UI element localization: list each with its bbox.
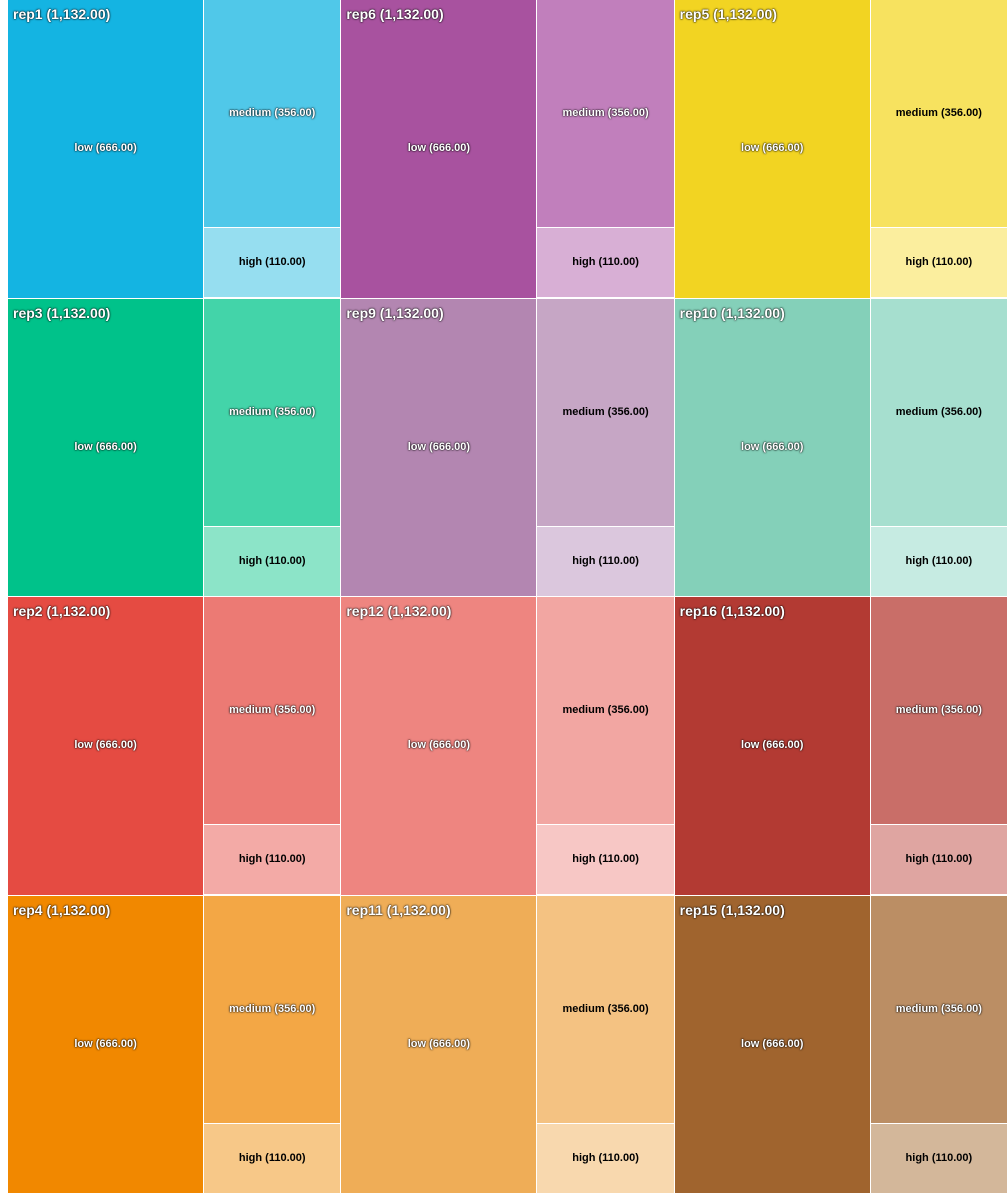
treemap-cell-rep16-high[interactable]: high (110.00): [870, 825, 1008, 896]
treemap-cell-rep15-medium[interactable]: medium (356.00): [870, 895, 1008, 1124]
treemap-cell-rep12-low[interactable]: low (666.00): [341, 597, 538, 896]
treemap-cell-rep16-medium[interactable]: medium (356.00): [870, 597, 1008, 826]
cell-label: high (110.00): [238, 554, 306, 567]
cell-label: low (666.00): [74, 739, 137, 752]
group-title: rep15 (1,132.00): [679, 901, 785, 918]
treemap-cell-rep1-high[interactable]: high (110.00): [204, 228, 342, 299]
treemap-cell-rep12-high[interactable]: high (110.00): [537, 825, 675, 896]
treemap-cell-rep9-low[interactable]: low (666.00): [341, 298, 538, 597]
cell-label: high (110.00): [572, 256, 639, 269]
cell-label: low (666.00): [741, 440, 804, 453]
cell-label: low (666.00): [407, 440, 471, 453]
cell-label: low (666.00): [741, 739, 804, 752]
cell-label: medium (356.00): [562, 1002, 649, 1015]
cell-label: medium (356.00): [895, 107, 982, 120]
treemap-cell-rep5-low[interactable]: low (666.00): [674, 0, 871, 299]
treemap-cell-rep2-high[interactable]: high (110.00): [204, 825, 342, 896]
group-title: rep10 (1,132.00): [679, 304, 785, 321]
group-title: rep11 (1,132.00): [346, 901, 451, 918]
group-title: rep3 (1,132.00): [13, 304, 111, 321]
cell-label: high (110.00): [905, 554, 973, 567]
cell-label: medium (356.00): [895, 704, 982, 717]
cell-label: medium (356.00): [562, 107, 649, 120]
treemap-cell-rep1-low[interactable]: low (666.00): [8, 0, 205, 299]
treemap-group-rep15[interactable]: low (666.00) medium (356.00) high (110.00)…: [674, 895, 1008, 1194]
cell-label: medium (356.00): [229, 405, 316, 418]
treemap-cell-rep4-medium[interactable]: medium (356.00): [204, 895, 342, 1124]
treemap-group-rep4[interactable]: low (666.00) medium (356.00) high (110.00)…: [8, 895, 342, 1194]
treemap-cell-rep11-high[interactable]: high (110.00): [537, 1123, 675, 1194]
cell-label: high (110.00): [572, 554, 639, 567]
treemap-group-rep1[interactable]: low (666.00) medium (356.00) high (110.00)…: [8, 0, 342, 299]
treemap-group-rep10[interactable]: low (666.00) medium (356.00) high (110.00)…: [674, 298, 1008, 597]
treemap-cell-rep1-medium[interactable]: medium (356.00): [204, 0, 342, 229]
cell-label: low (666.00): [407, 1037, 471, 1050]
cell-label: high (110.00): [572, 853, 639, 866]
treemap-cell-rep2-medium[interactable]: medium (356.00): [204, 597, 342, 826]
cell-label: medium (356.00): [895, 405, 982, 418]
treemap-cell-rep12-medium[interactable]: medium (356.00): [537, 597, 675, 826]
cell-label: low (666.00): [74, 440, 137, 453]
cell-label: high (110.00): [905, 1151, 973, 1164]
group-title: rep16 (1,132.00): [679, 603, 785, 619]
treemap-cell-rep5-high[interactable]: high (110.00): [870, 228, 1008, 299]
cell-label: medium (356.00): [895, 1002, 982, 1015]
group-title: rep4 (1,132.00): [13, 901, 111, 918]
treemap-group-rep6[interactable]: low (666.00) medium (356.00) high (110.00)…: [341, 0, 675, 299]
cell-label: high (110.00): [238, 1151, 306, 1164]
treemap-cell-rep10-low[interactable]: low (666.00): [674, 298, 871, 597]
group-title: rep6 (1,132.00): [346, 6, 444, 22]
cell-label: low (666.00): [407, 142, 471, 155]
cell-label: medium (356.00): [562, 405, 649, 418]
cell-label: high (110.00): [905, 256, 973, 269]
group-title: rep5 (1,132.00): [679, 6, 777, 22]
treemap-group-rep11[interactable]: low (666.00) medium (356.00) high (110.00)…: [341, 895, 675, 1194]
cell-label: low (666.00): [741, 1037, 804, 1050]
treemap-cell-rep9-high[interactable]: high (110.00): [537, 526, 675, 597]
treemap-cell-rep10-high[interactable]: high (110.00): [870, 526, 1008, 597]
group-title: rep12 (1,132.00): [346, 603, 452, 619]
cell-label: low (666.00): [407, 739, 471, 752]
treemap-cell-rep5-medium[interactable]: medium (356.00): [870, 0, 1008, 229]
cell-label: low (666.00): [74, 1037, 137, 1050]
treemap-cell-rep4-low[interactable]: low (666.00): [8, 895, 205, 1194]
treemap-chart: low (666.00) medium (356.00) high (110.00)…: [0, 0, 1008, 1200]
treemap-cell-rep10-medium[interactable]: medium (356.00): [870, 298, 1008, 527]
treemap-cell-rep6-high[interactable]: high (110.00): [537, 228, 675, 299]
cell-label: low (666.00): [74, 142, 137, 155]
cell-label: low (666.00): [741, 142, 804, 155]
treemap-group-rep5[interactable]: low (666.00) medium (356.00) high (110.00)…: [674, 0, 1008, 299]
treemap-cell-rep3-medium[interactable]: medium (356.00): [204, 298, 342, 527]
treemap-cell-rep6-low[interactable]: low (666.00): [341, 0, 538, 299]
treemap-cell-rep15-low[interactable]: low (666.00): [674, 895, 871, 1194]
treemap-group-rep9[interactable]: low (666.00) medium (356.00) high (110.00)…: [341, 298, 675, 597]
treemap-group-rep3[interactable]: low (666.00) medium (356.00) high (110.00)…: [8, 298, 342, 597]
treemap-cell-rep16-low[interactable]: low (666.00): [674, 597, 871, 896]
treemap-group-rep16[interactable]: low (666.00) medium (356.00) high (110.00)…: [674, 597, 1008, 896]
group-title: rep1 (1,132.00): [13, 6, 111, 22]
cell-label: medium (356.00): [229, 704, 316, 717]
treemap-cell-rep9-medium[interactable]: medium (356.00): [537, 298, 675, 527]
cell-label: high (110.00): [238, 256, 306, 269]
treemap-cell-rep15-high[interactable]: high (110.00): [870, 1123, 1008, 1194]
cell-label: medium (356.00): [229, 107, 316, 120]
treemap-cell-rep11-medium[interactable]: medium (356.00): [537, 895, 675, 1124]
treemap-cell-rep3-low[interactable]: low (666.00): [8, 298, 205, 597]
treemap-cell-rep6-medium[interactable]: medium (356.00): [537, 0, 675, 229]
treemap-group-rep12[interactable]: low (666.00) medium (356.00) high (110.00)…: [341, 597, 675, 896]
cell-label: medium (356.00): [562, 704, 649, 717]
cell-label: high (110.00): [238, 853, 306, 866]
treemap-cell-rep4-high[interactable]: high (110.00): [204, 1123, 342, 1194]
cell-label: medium (356.00): [229, 1002, 316, 1015]
treemap-cell-rep11-low[interactable]: low (666.00): [341, 895, 538, 1194]
group-title: rep9 (1,132.00): [346, 304, 444, 321]
group-title: rep2 (1,132.00): [13, 603, 111, 619]
treemap-cell-rep3-high[interactable]: high (110.00): [204, 526, 342, 597]
treemap-cell-rep2-low[interactable]: low (666.00): [8, 597, 205, 896]
cell-label: high (110.00): [905, 853, 973, 866]
cell-label: high (110.00): [572, 1151, 639, 1164]
treemap-group-rep2[interactable]: low (666.00) medium (356.00) high (110.00)…: [8, 597, 342, 896]
